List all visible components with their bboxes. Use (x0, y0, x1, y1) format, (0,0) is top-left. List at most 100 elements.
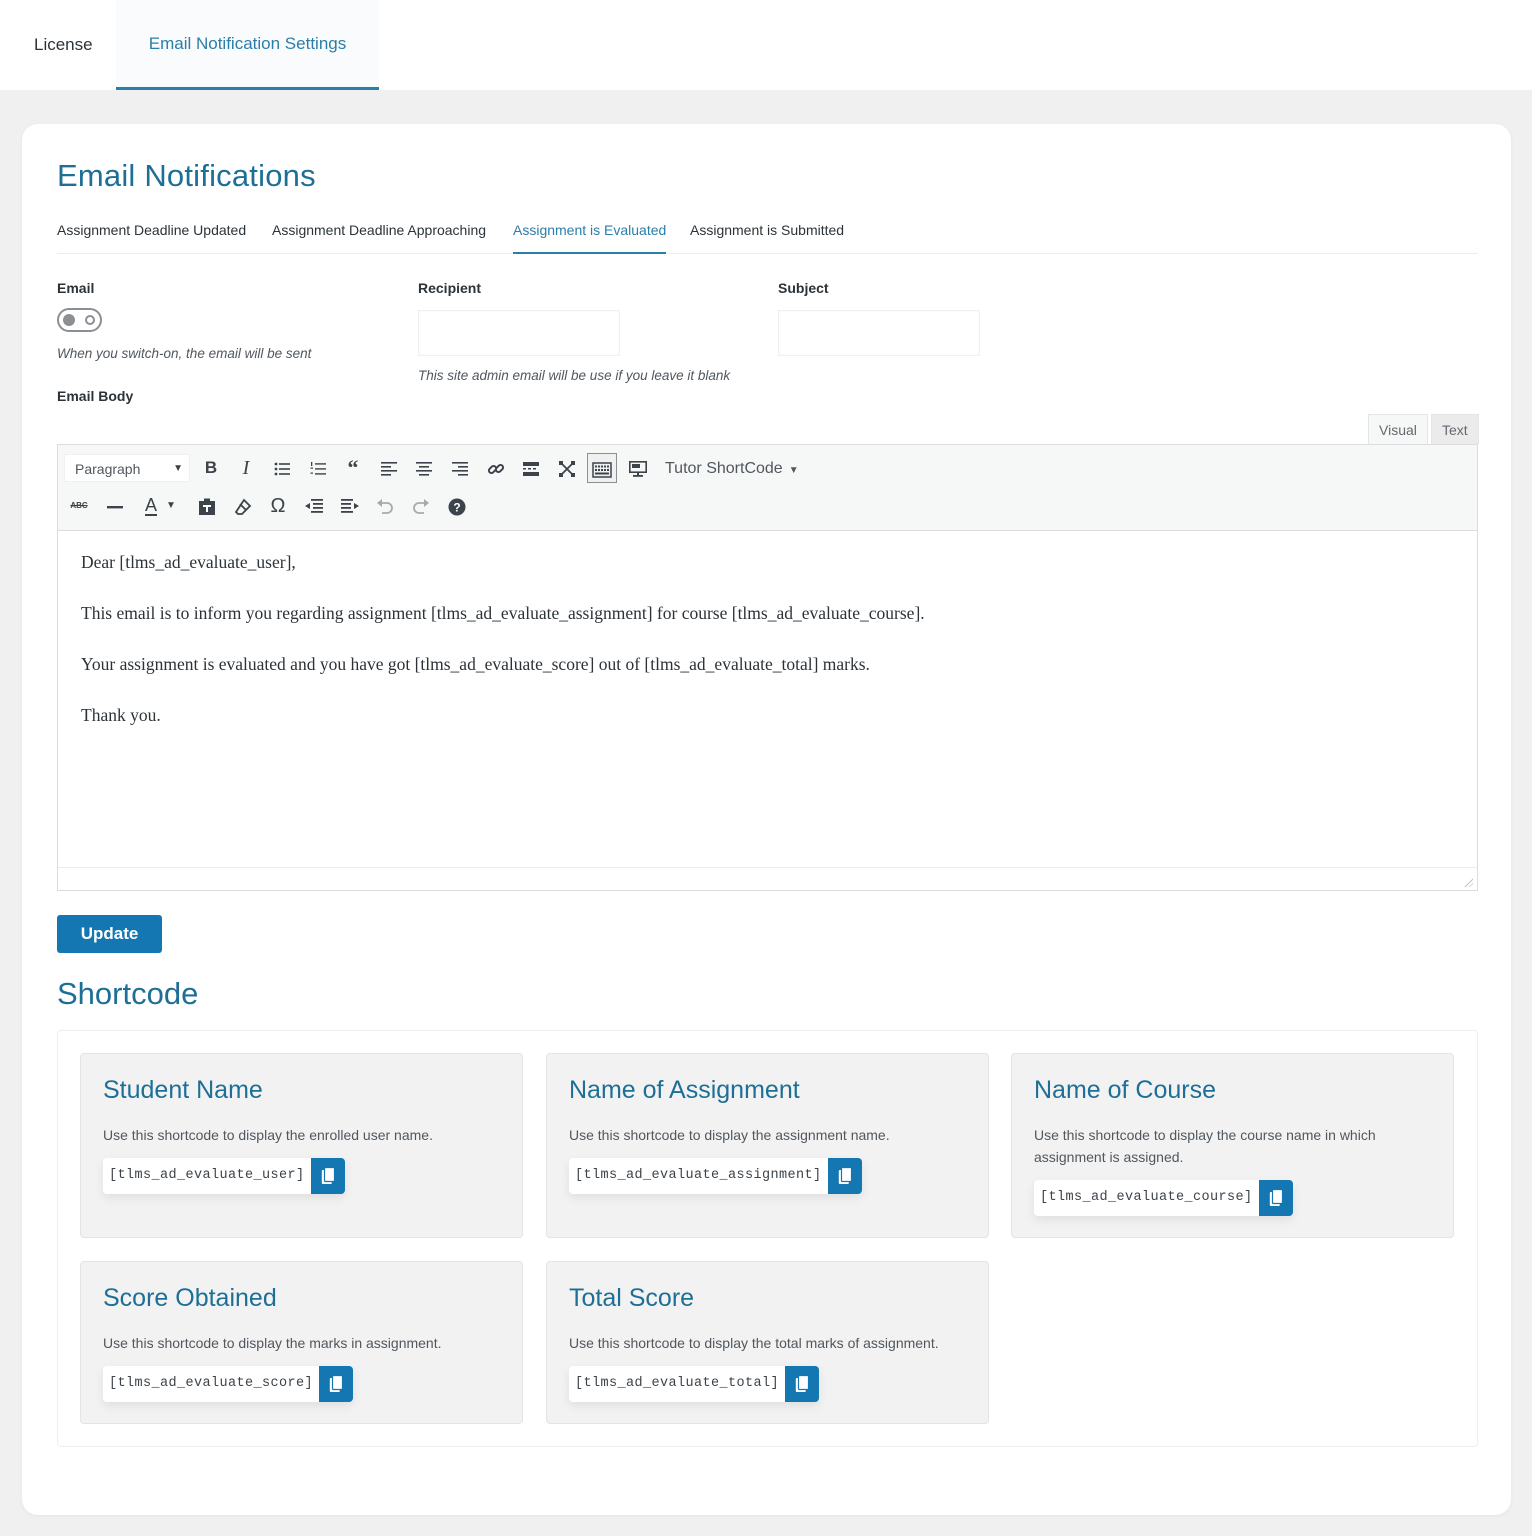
editor-toolbar: Paragraph ▼ B I “ Tutor ShortCode ▼ ABC … (58, 445, 1477, 531)
copy-icon (1269, 1189, 1283, 1206)
shortcode-card-title: Total Score (569, 1284, 695, 1312)
recipient-label: Recipient (418, 280, 482, 296)
editor-tab-visual[interactable]: Visual (1368, 414, 1428, 444)
format-select-value: Paragraph (75, 461, 141, 477)
body-paragraph: Dear [tlms_ad_evaluate_user], (81, 552, 296, 572)
copy-button[interactable] (319, 1366, 354, 1402)
email-toggle[interactable] (57, 308, 102, 332)
shortcode-value[interactable]: [tlms_ad_evaluate_user] (103, 1158, 311, 1194)
special-character-icon[interactable]: Ω (263, 491, 293, 521)
shortcode-card-description: Use this shortcode to display the assign… (569, 1127, 890, 1143)
tutor-shortcode-menu[interactable]: Tutor ShortCode ▼ (665, 454, 799, 484)
strikethrough-icon[interactable]: ABC (64, 491, 94, 521)
copy-icon (795, 1375, 810, 1392)
copy-button[interactable] (785, 1366, 820, 1402)
blockquote-icon[interactable]: “ (338, 453, 368, 483)
subtab-assignment-evaluated[interactable]: Assignment is Evaluated (513, 222, 667, 254)
shortcode-card-total-score: Total Score Use this shortcode to displa… (546, 1261, 989, 1424)
svg-text:?: ? (453, 500, 460, 514)
format-select[interactable]: Paragraph ▼ (64, 454, 190, 482)
tab-email-notification-settings[interactable]: Email Notification Settings (116, 0, 379, 90)
copy-icon (838, 1167, 852, 1184)
page-title: Email Notifications (57, 158, 316, 193)
editor-content[interactable]: Dear [tlms_ad_evaluate_user], This email… (58, 532, 1477, 868)
redo-icon[interactable] (406, 491, 436, 521)
shortcode-card-title: Name of Assignment (569, 1076, 800, 1104)
notification-type-tabs: Assignment Deadline Updated Assignment D… (57, 220, 1478, 254)
shortcode-card-score-obtained: Score Obtained Use this shortcode to dis… (80, 1261, 523, 1424)
shortcode-copy-field: [tlms_ad_evaluate_user] (103, 1158, 345, 1194)
copy-button[interactable] (310, 1158, 345, 1194)
email-hint: When you switch-on, the email will be se… (57, 346, 312, 361)
toggle-knob (63, 314, 75, 326)
indent-icon[interactable] (335, 491, 365, 521)
resize-handle-icon[interactable] (1463, 877, 1473, 887)
settings-card: Email Notifications Assignment Deadline … (22, 124, 1511, 1515)
shortcode-copy-field: [tlms_ad_evaluate_total] (569, 1366, 820, 1402)
copy-icon (329, 1375, 344, 1392)
shortcode-copy-field: [tlms_ad_evaluate_score] (103, 1366, 354, 1402)
shortcode-value[interactable]: [tlms_ad_evaluate_score] (103, 1366, 320, 1402)
toolbar-toggle-icon[interactable] (587, 453, 617, 483)
tab-license[interactable]: License (34, 0, 93, 90)
shortcode-value[interactable]: [tlms_ad_evaluate_course] (1034, 1180, 1259, 1216)
read-more-icon[interactable] (516, 453, 546, 483)
subtab-deadline-approaching[interactable]: Assignment Deadline Approaching (272, 222, 486, 254)
fullscreen-icon[interactable] (552, 453, 582, 483)
subtab-deadline-updated[interactable]: Assignment Deadline Updated (57, 222, 246, 254)
shortcode-card-title: Score Obtained (103, 1284, 277, 1312)
subtab-assignment-submitted[interactable]: Assignment is Submitted (690, 222, 844, 254)
chevron-down-icon[interactable]: ▼ (162, 491, 180, 521)
copy-icon (321, 1167, 335, 1184)
bullet-list-icon[interactable] (267, 453, 297, 483)
shortcode-card-student-name: Student Name Use this shortcode to displ… (80, 1053, 523, 1238)
shortcode-card-description: Use this shortcode to display the total … (569, 1335, 939, 1351)
email-body-label: Email Body (57, 388, 134, 404)
body-paragraph: This email is to inform you regarding as… (81, 603, 925, 623)
editor-statusbar (58, 867, 1477, 890)
shortcode-card-title: Student Name (103, 1076, 263, 1104)
recipient-input[interactable] (418, 310, 620, 356)
email-label: Email (57, 280, 95, 296)
subject-input[interactable] (778, 310, 980, 356)
chevron-down-icon: ▼ (788, 465, 799, 476)
shortcode-card-title: Name of Course (1034, 1076, 1217, 1104)
chevron-down-icon: ▼ (173, 463, 183, 474)
shortcode-card-course-name: Name of Course Use this shortcode to dis… (1011, 1053, 1454, 1238)
recipient-hint: This site admin email will be use if you… (418, 368, 731, 383)
tutor-shortcode-label: Tutor ShortCode (665, 460, 783, 477)
shortcode-card-description: Use this shortcode to display the marks … (103, 1335, 442, 1351)
help-icon[interactable]: ? (442, 491, 472, 521)
align-center-icon[interactable] (409, 453, 439, 483)
align-left-icon[interactable] (374, 453, 404, 483)
shortcode-card-description: Use this shortcode to display the enroll… (103, 1127, 433, 1143)
link-icon[interactable] (481, 453, 511, 483)
bold-icon[interactable]: B (196, 453, 226, 483)
undo-icon[interactable] (370, 491, 400, 521)
outdent-icon[interactable] (299, 491, 329, 521)
shortcode-value[interactable]: [tlms_ad_evaluate_assignment] (569, 1158, 828, 1194)
update-button[interactable]: Update (57, 915, 162, 953)
align-right-icon[interactable] (445, 453, 475, 483)
shortcode-value[interactable]: [tlms_ad_evaluate_total] (569, 1366, 786, 1402)
body-paragraph: Thank you. (81, 705, 161, 725)
preview-icon[interactable] (623, 453, 653, 483)
shortcode-copy-field: [tlms_ad_evaluate_course] (1034, 1180, 1293, 1216)
copy-button[interactable] (827, 1158, 862, 1194)
shortcode-section-title: Shortcode (57, 976, 199, 1011)
shortcode-card-description: Use this shortcode to display the course… (1034, 1127, 1376, 1165)
numbered-list-icon[interactable] (303, 453, 333, 483)
italic-icon[interactable]: I (231, 453, 261, 483)
body-paragraph: Your assignment is evaluated and you hav… (81, 654, 870, 674)
paste-text-icon[interactable] (192, 491, 222, 521)
shortcode-list: Student Name Use this shortcode to displ… (57, 1030, 1478, 1447)
horizontal-line-icon[interactable] (100, 491, 130, 521)
top-tab-bar: License Email Notification Settings (0, 0, 1532, 90)
shortcode-copy-field: [tlms_ad_evaluate_assignment] (569, 1158, 862, 1194)
toggle-off-indicator (85, 315, 95, 325)
copy-button[interactable] (1258, 1180, 1293, 1216)
email-body-editor: Paragraph ▼ B I “ Tutor ShortCode ▼ ABC … (57, 444, 1478, 891)
clear-formatting-icon[interactable] (228, 491, 258, 521)
shortcode-card-assignment-name: Name of Assignment Use this shortcode to… (546, 1053, 989, 1238)
editor-tab-text[interactable]: Text (1431, 414, 1479, 444)
